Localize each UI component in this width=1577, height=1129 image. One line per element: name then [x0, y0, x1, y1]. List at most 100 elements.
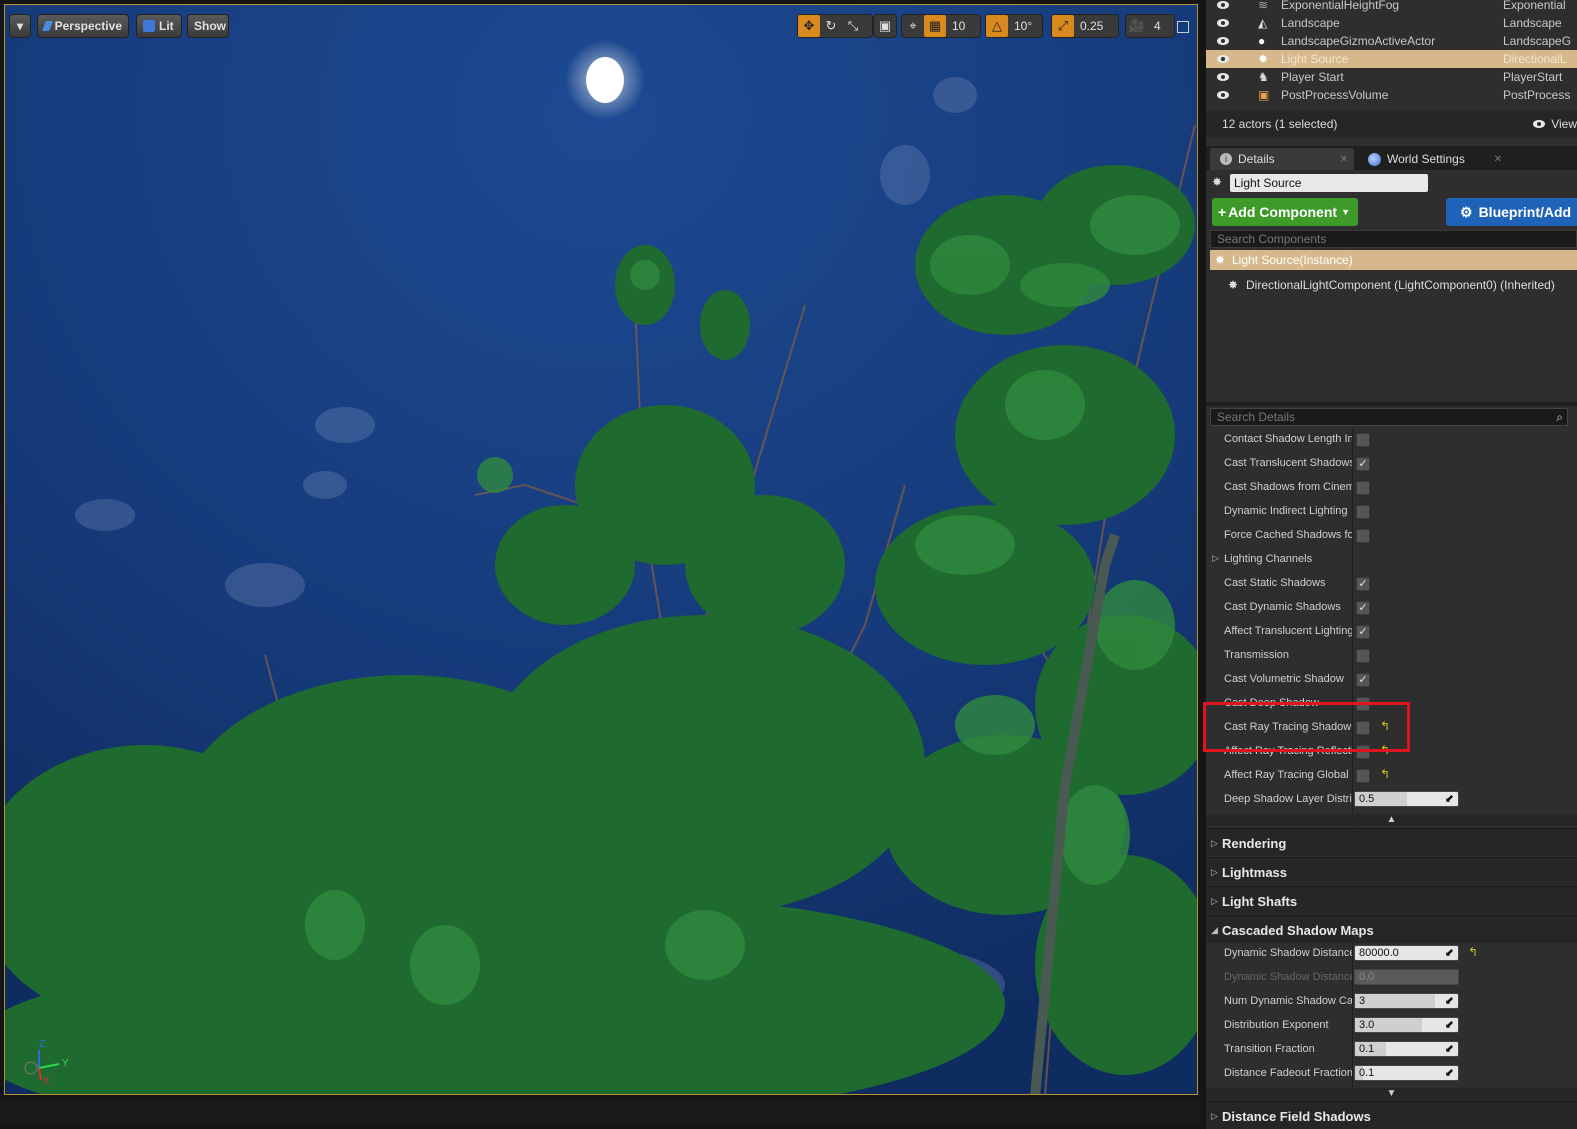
checkbox-checked[interactable]: ✓ — [1356, 577, 1370, 591]
outliner-row[interactable]: ▣ PostProcessVolume PostProcess — [1206, 86, 1577, 104]
svg-text:Y: Y — [62, 1058, 69, 1069]
lighting-channels-row[interactable]: ▷ Lighting Channels — [1206, 548, 1577, 572]
reset-to-default-icon[interactable]: ↰ — [1380, 719, 1390, 733]
checkbox-checked[interactable]: ✓ — [1356, 601, 1370, 615]
perspective-cube-icon — [42, 21, 53, 31]
reset-to-default-icon[interactable]: ↰ — [1380, 743, 1390, 757]
checkbox[interactable] — [1356, 745, 1370, 759]
num-cascades-field[interactable]: 3 ⬋ — [1354, 993, 1459, 1009]
player-start-icon: ♞ — [1258, 70, 1269, 84]
outliner-row[interactable]: ♞ Player Start PlayerStart — [1206, 68, 1577, 86]
view-options-button[interactable]: View — [1531, 117, 1577, 131]
category-lightmass[interactable]: ▷ Lightmass — [1206, 857, 1577, 885]
maximize-viewport-icon[interactable] — [1177, 21, 1189, 33]
gears-icon: ⚙ — [1460, 203, 1473, 220]
drag-arrows-icon: ⬋ — [1444, 793, 1454, 805]
category-rendering[interactable]: ▷ Rendering — [1206, 828, 1577, 856]
outliner-row[interactable]: ≋ ExponentialHeightFog Exponential — [1206, 0, 1577, 14]
camera-speed-group: 🎥 4 — [1125, 14, 1175, 38]
blueprint-add-script-button[interactable]: ⚙ Blueprint/Add — [1446, 198, 1577, 226]
scale-icon[interactable]: ⤡ — [842, 15, 864, 37]
translate-icon[interactable]: ✥ — [798, 15, 820, 37]
outliner-row[interactable]: ◭ Landscape Landscape — [1206, 14, 1577, 32]
world-local-icon[interactable]: ▣ — [874, 15, 896, 37]
rotation-snap-icon[interactable]: △ — [986, 15, 1008, 37]
viewport-bottom-bar — [0, 1099, 1200, 1125]
checkbox[interactable] — [1356, 697, 1370, 711]
dynamic-shadow-distance-field[interactable]: 80000.0 ⬋ — [1354, 945, 1459, 961]
view-mode-lit-button[interactable]: Lit — [136, 14, 182, 38]
viewport-options-button[interactable]: ▾ — [9, 14, 31, 38]
actor-name-row: ✸ Light Source — [1206, 172, 1577, 194]
visibility-eye-icon[interactable] — [1216, 72, 1230, 82]
collapse-advanced-button[interactable]: ▲ — [1206, 814, 1577, 826]
property-row: Cast Dynamic Shadows ✓ — [1206, 596, 1577, 620]
drag-arrows-icon: ⬋ — [1444, 971, 1454, 983]
checkbox[interactable] — [1356, 721, 1370, 735]
outliner-row[interactable]: ● LandscapeGizmoActiveActor LandscapeG — [1206, 32, 1577, 50]
moon — [586, 57, 624, 103]
checkbox[interactable] — [1356, 505, 1370, 519]
actor-name-field[interactable]: Light Source — [1230, 174, 1428, 192]
directional-light-icon: ✸ — [1228, 278, 1239, 292]
surface-snap-icon[interactable]: ⌖ — [902, 15, 924, 37]
checkbox-checked[interactable]: ✓ — [1356, 625, 1370, 639]
category-light-shafts[interactable]: ▷ Light Shafts — [1206, 886, 1577, 914]
scale-snap-icon[interactable]: ⤢ — [1052, 15, 1074, 37]
close-tab-icon[interactable]: ✕ — [1494, 154, 1502, 165]
directional-light-icon: ✸ — [1258, 52, 1269, 66]
rotate-icon[interactable]: ↻ — [820, 15, 842, 37]
reset-to-default-icon[interactable]: ↰ — [1468, 945, 1478, 959]
camera-speed-icon[interactable]: 🎥 — [1126, 15, 1148, 37]
tab-details[interactable]: i Details ✕ — [1210, 148, 1354, 170]
rotation-snap-value[interactable]: 10° — [1008, 19, 1038, 33]
checkbox[interactable] — [1356, 769, 1370, 783]
visibility-eye-icon[interactable] — [1216, 18, 1230, 28]
directional-light-icon: ✸ — [1215, 253, 1226, 267]
grid-snap-value[interactable]: 10 — [946, 19, 971, 33]
level-viewport[interactable]: ▾ Perspective Lit Show ✥ ↻ ⤡ ▣ ⌖ ▦ 10 △ … — [4, 4, 1198, 1095]
visibility-eye-icon[interactable] — [1216, 0, 1230, 10]
visibility-eye-icon[interactable] — [1216, 36, 1230, 46]
visibility-eye-icon[interactable] — [1216, 90, 1230, 100]
component-root-item[interactable]: ✸ Light Source(Instance) — [1210, 250, 1577, 270]
checkbox-checked[interactable]: ✓ — [1356, 457, 1370, 471]
camera-speed-value[interactable]: 4 — [1148, 19, 1167, 33]
expand-arrow-icon[interactable]: ▷ — [1212, 553, 1219, 564]
scale-snap-value[interactable]: 0.25 — [1074, 19, 1109, 33]
grid-snap-icon[interactable]: ▦ — [924, 15, 946, 37]
panel-splitter[interactable] — [1206, 402, 1577, 406]
tab-world-settings[interactable]: World Settings ✕ — [1358, 148, 1508, 170]
checkbox[interactable] — [1356, 433, 1370, 447]
collapse-arrow-icon: ◢ — [1211, 925, 1218, 935]
checkbox-checked[interactable]: ✓ — [1356, 673, 1370, 687]
perspective-button[interactable]: Perspective — [37, 14, 129, 38]
add-component-button[interactable]: + Add Component ▼ — [1212, 198, 1358, 226]
reset-to-default-icon[interactable]: ↰ — [1380, 767, 1390, 781]
checkbox[interactable] — [1356, 481, 1370, 495]
show-flags-button[interactable]: Show — [187, 14, 229, 38]
scene-render[interactable] — [5, 5, 1198, 1095]
distance-fadeout-field[interactable]: 0.1 ⬋ — [1354, 1065, 1459, 1081]
rotation-snap-group: △ 10° — [985, 14, 1043, 38]
expand-arrow-icon: ▷ — [1211, 1111, 1218, 1121]
expand-advanced-button[interactable]: ▼ — [1206, 1088, 1577, 1100]
close-tab-icon[interactable]: ✕ — [1340, 154, 1348, 165]
distribution-exponent-field[interactable]: 3.0 ⬋ — [1354, 1017, 1459, 1033]
property-row: Dynamic Shadow Distance 0.0 ⬋ — [1206, 966, 1577, 990]
deep-shadow-layer-field[interactable]: 0.5 ⬋ — [1354, 791, 1459, 807]
transition-fraction-field[interactable]: 0.1 ⬋ — [1354, 1041, 1459, 1057]
expand-arrow-icon: ▷ — [1211, 867, 1218, 877]
search-details-input[interactable]: Search Details ⌕ — [1210, 408, 1568, 426]
checkbox[interactable] — [1356, 649, 1370, 663]
visibility-eye-icon[interactable] — [1216, 54, 1230, 64]
component-child-item[interactable]: ✸ DirectionalLightComponent (LightCompon… — [1228, 278, 1555, 292]
checkbox[interactable] — [1356, 529, 1370, 543]
outliner-row-selected[interactable]: ✸ Light Source DirectionalL — [1206, 50, 1577, 68]
fog-icon: ≋ — [1258, 0, 1269, 12]
eye-icon — [1533, 120, 1546, 128]
search-components-input[interactable]: Search Components — [1210, 230, 1577, 248]
actor-count: 12 actors (1 selected) — [1222, 117, 1338, 131]
chevron-down-icon: ▼ — [1341, 207, 1350, 217]
category-cascaded-shadow-maps[interactable]: ◢ Cascaded Shadow Maps — [1206, 915, 1577, 943]
